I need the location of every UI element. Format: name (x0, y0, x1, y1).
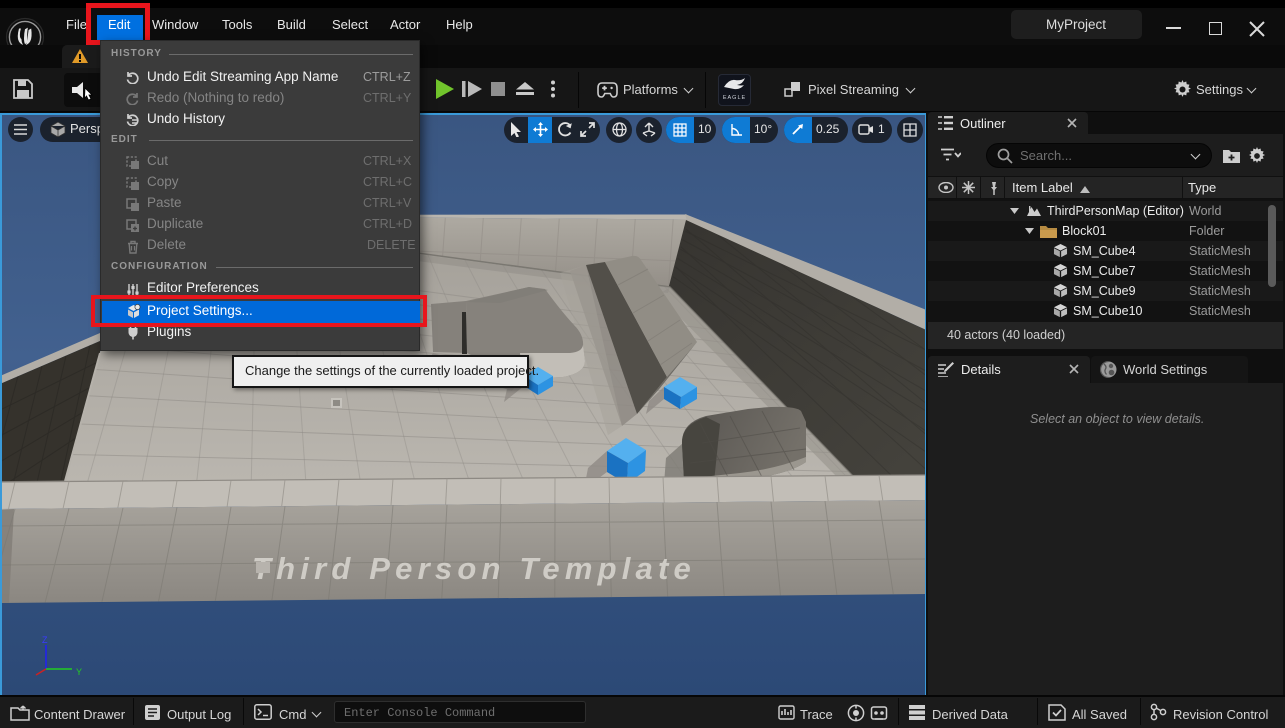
svg-text:Third Person Template: Third Person Template (252, 551, 696, 586)
svg-text:Z: Z (42, 635, 48, 645)
svg-text:Y: Y (76, 667, 82, 677)
